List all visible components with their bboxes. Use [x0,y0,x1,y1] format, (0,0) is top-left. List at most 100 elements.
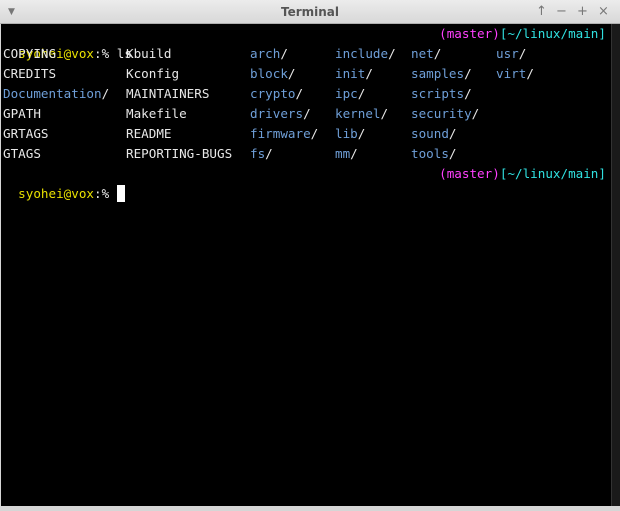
directory-entry: samples/ [411,64,472,84]
dir-slash: / [464,66,472,81]
entry-name: firmware [250,126,311,141]
minimize-button[interactable]: − [556,4,567,19]
file-entry: GPATH [3,104,41,124]
current-path: ~/linux/main [507,26,599,41]
prompt-symbol: :% [94,186,110,201]
dir-slash: / [280,46,288,61]
directory-entry: sound/ [411,124,457,144]
file-entry: GTAGS [3,144,41,164]
prompt-line-1: syohei@vox:% ls (master)[~/linux/main] [3,24,609,61]
entry-name: kernel [335,106,381,121]
dir-slash: / [380,106,389,121]
dir-slash: / [464,86,472,101]
directory-entry: drivers/ [250,104,311,124]
terminal-area[interactable]: syohei@vox:% ls (master)[~/linux/main] C… [1,24,611,506]
directory-entry: Documentation/ [3,84,109,104]
directory-entry: security/ [411,104,479,124]
entry-name: usr [496,46,519,61]
file-entry: Makefile [126,104,187,124]
file-entry: COPYING [3,44,56,64]
directory-entry: virt/ [496,64,534,84]
directory-entry: include/ [335,44,396,64]
dir-slash: / [310,126,319,141]
entry-name: Kconfig [126,66,180,81]
entry-name: net [411,46,434,61]
directory-entry: fs/ [250,144,273,164]
entry-name: GRTAGS [3,126,49,141]
entry-name: MAINTAINERS [126,86,210,101]
title-bar[interactable]: ▼ Terminal ↑ − + × [0,0,620,24]
entry-name: ipc [335,86,358,101]
entry-name: init [335,66,366,81]
file-entry: Kbuild [126,44,172,64]
dir-slash: / [287,66,296,81]
entry-name: fs [250,146,266,161]
entry-name: scripts [411,86,465,101]
right-prompt: (master)[~/linux/main] [439,166,606,181]
dir-slash: / [448,126,457,141]
dir-slash: / [448,146,457,161]
right-prompt: (master)[~/linux/main] [439,26,606,41]
dir-slash: / [295,86,304,101]
entry-name: drivers [250,106,304,121]
dir-slash: / [357,86,366,101]
entry-name: README [126,126,172,141]
entry-name: arch [250,46,281,61]
directory-entry: arch/ [250,44,288,64]
current-path: ~/linux/main [507,166,599,181]
dir-slash: / [471,106,480,121]
dir-slash: / [388,46,396,61]
file-entry: Kconfig [126,64,179,84]
prompt-user-host: syohei@vox [18,186,94,201]
entry-name: crypto [250,86,296,101]
directory-entry: scripts/ [411,84,472,104]
text-cursor [116,185,125,202]
entry-name: Makefile [126,106,187,121]
directory-entry: firmware/ [250,124,318,144]
directory-entry: net/ [411,44,441,64]
entry-name: lib [335,126,358,141]
entry-name: samples [411,66,465,81]
file-entry: GRTAGS [3,124,49,144]
window-title: Terminal [280,5,340,19]
directory-entry: tools/ [411,144,457,164]
dir-slash: / [357,126,366,141]
directory-entry: lib/ [335,124,365,144]
directory-entry: init/ [335,64,373,84]
entry-name: GPATH [3,106,41,121]
entry-name: block [250,66,288,81]
entry-name: security [411,106,472,121]
file-entry: MAINTAINERS [126,84,209,104]
scrollbar[interactable] [611,24,620,506]
prompt-line-2: syohei@vox:% (master)[~/linux/main] [3,164,609,202]
entry-name: tools [411,146,449,161]
directory-entry: crypto/ [250,84,303,104]
entry-name: sound [411,126,449,141]
entry-name: REPORTING-BUGS [126,146,233,161]
directory-entry: ipc/ [335,84,365,104]
directory-entry: usr/ [496,44,526,64]
git-branch: master [446,166,493,181]
entry-name: virt [496,66,527,81]
dir-slash: / [303,106,311,121]
file-entry: README [126,124,172,144]
directory-entry: kernel/ [335,104,388,124]
maximize-button[interactable]: + [577,4,588,19]
entry-name: Documentation [3,86,102,101]
keep-above-button[interactable]: ↑ [536,4,547,19]
dir-slash: / [101,86,110,101]
close-button[interactable]: × [598,4,609,19]
file-entry: REPORTING-BUGS [126,144,232,164]
dir-slash: / [433,46,442,61]
dir-slash: / [526,66,534,81]
file-entry: CREDITS [3,64,56,84]
entry-name: GTAGS [3,146,41,161]
dir-slash: / [265,146,273,161]
directory-entry: mm/ [335,144,358,164]
git-branch: master [446,26,493,41]
dir-slash: / [518,46,527,61]
entry-name: COPYING [3,46,57,61]
entry-name: Kbuild [126,46,172,61]
prompt-symbol: :% [94,46,110,61]
dir-slash: / [365,66,373,81]
